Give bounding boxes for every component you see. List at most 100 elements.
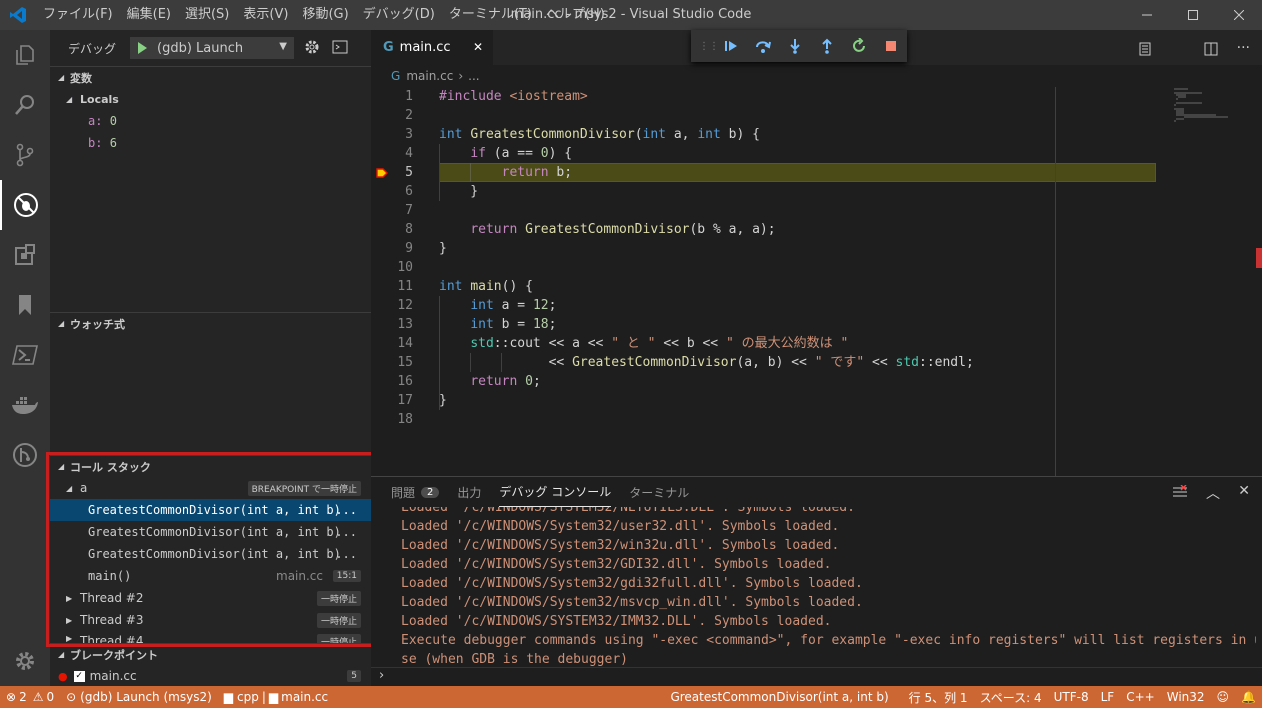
menu-go[interactable]: 移動(G) [295, 0, 355, 30]
menu-debug[interactable]: デバッグ(D) [356, 0, 442, 30]
close-window-button[interactable] [1216, 0, 1262, 30]
problems-count-badge: 2 [421, 486, 440, 498]
drag-handle-icon[interactable]: ⋮⋮ [699, 41, 719, 52]
gitlens-icon[interactable] [0, 430, 50, 480]
watch-section-header[interactable]: ◢ ウォッチ式 [50, 312, 371, 334]
line-number[interactable]: 9 [371, 239, 413, 258]
debug-console-input[interactable]: › [371, 667, 1262, 687]
debug-console-icon[interactable] [332, 40, 348, 57]
encoding-status[interactable]: UTF-8 [1048, 690, 1095, 704]
debug-icon[interactable] [0, 180, 50, 230]
settings-gear-icon[interactable] [0, 636, 50, 686]
line-number[interactable]: 5 [371, 163, 413, 182]
launch-status[interactable]: ⊙ (gdb) Launch (msys2) [60, 690, 218, 704]
gear-icon[interactable] [304, 39, 320, 58]
breakpoint-item[interactable]: ● ✓ main.cc 5 [50, 665, 371, 687]
console-line: Loaded '/c/WINDOWS/SYSTEM32/IMM32.DLL'. … [401, 614, 832, 629]
callstack-thread[interactable]: ▶ Thread #2 一時停止 [50, 587, 371, 609]
callstack-thread[interactable]: ▶ Thread #3 一時停止 [50, 609, 371, 631]
line-number[interactable]: 11 [371, 277, 413, 296]
callstack-thread[interactable]: ▶ Thread #4 一時停止 [50, 631, 371, 643]
stack-frame[interactable]: GreatestCommonDivisor(int a, int b)... [50, 499, 371, 521]
cpp-config-status[interactable]: ▆ cpp | ▆ main.cc [218, 690, 334, 704]
maximize-panel-icon[interactable]: ︿ [1206, 483, 1220, 503]
code-line-1: #include <iostream> [439, 89, 588, 104]
open-preview-icon[interactable] [1138, 42, 1152, 59]
indentation-status[interactable]: スペース: 4 [974, 689, 1048, 706]
eol-status[interactable]: LF [1095, 690, 1121, 704]
menu-view[interactable]: 表示(V) [236, 0, 295, 30]
step-into-icon[interactable] [779, 38, 811, 54]
line-number[interactable]: 15 [371, 353, 413, 372]
tab-terminal[interactable]: ターミナル [629, 477, 689, 507]
line-number[interactable]: 14 [371, 334, 413, 353]
step-out-icon[interactable] [811, 38, 843, 54]
docker-icon[interactable] [0, 380, 50, 430]
bookmark-icon[interactable] [0, 280, 50, 330]
launch-config-select[interactable]: (gdb) Launch ▼ [130, 37, 294, 59]
callstack-thread[interactable]: ◢ a BREAKPOINT で一時停止 [50, 477, 371, 499]
variable-row[interactable]: a: 0 [50, 110, 371, 132]
source-control-icon[interactable] [0, 130, 50, 180]
locals-scope[interactable]: ◢ Locals [50, 88, 371, 110]
line-number[interactable]: 7 [371, 201, 413, 220]
platform-status[interactable]: Win32 [1161, 690, 1211, 704]
line-number[interactable]: 10 [371, 258, 413, 277]
callstack-section-header[interactable]: ◢ コール スタック [50, 455, 371, 477]
breakpoints-section-header[interactable]: ◢ ブレークポイント [50, 643, 371, 665]
language-mode-status[interactable]: C++ [1120, 690, 1161, 704]
minimap[interactable] [1168, 87, 1248, 147]
checkbox-icon[interactable]: ✓ [73, 670, 85, 682]
explorer-icon[interactable] [0, 30, 50, 80]
clear-console-icon[interactable] [1172, 484, 1188, 502]
problems-status[interactable]: ⊗ 2 ⚠ 0 [0, 690, 60, 704]
code-editor[interactable]: 1 2 3 4 5 6 7 8 9 10 11 12 13 14 15 16 17 18 #include <io… [371, 87, 1262, 476]
feedback-smiley-icon[interactable]: ☺ [1211, 690, 1236, 704]
line-number[interactable]: 12 [371, 296, 413, 315]
tab-output[interactable]: 出力 [457, 477, 481, 507]
cursor-position-status[interactable]: 行 5、列 1 [903, 689, 974, 706]
close-tab-icon[interactable]: ✕ [473, 40, 483, 54]
cpp-file-icon: G [391, 69, 401, 83]
close-panel-icon[interactable]: ✕ [1238, 483, 1250, 499]
line-number[interactable]: 18 [371, 410, 413, 429]
maximize-button[interactable] [1170, 0, 1216, 30]
start-debug-icon[interactable] [135, 41, 149, 55]
line-number[interactable]: 17 [371, 391, 413, 410]
split-editor-icon[interactable] [1204, 42, 1218, 59]
stop-icon[interactable] [875, 39, 907, 53]
menu-help[interactable]: ヘルプ(H) [539, 0, 612, 30]
tab-main-cc[interactable]: Gmain.cc ✕ [371, 30, 493, 65]
stack-frame[interactable]: GreatestCommonDivisor(int a, int b)... [50, 521, 371, 543]
restart-icon[interactable] [843, 38, 875, 54]
menu-file[interactable]: ファイル(F) [36, 0, 120, 30]
notifications-bell-icon[interactable]: 🔔 [1235, 690, 1262, 704]
search-icon[interactable] [0, 80, 50, 130]
stack-frame-main[interactable]: main() main.cc 15:1 [50, 565, 371, 587]
line-number[interactable]: 4 [371, 144, 413, 163]
step-over-icon[interactable] [747, 38, 779, 54]
line-number[interactable]: 13 [371, 315, 413, 334]
powershell-icon[interactable] [0, 330, 50, 380]
menu-terminal[interactable]: ターミナル(T) [442, 0, 539, 30]
menu-selection[interactable]: 選択(S) [178, 0, 236, 30]
line-number[interactable]: 3 [371, 125, 413, 144]
debug-console-output[interactable]: Loaded '/c/WINDOWS/SYSTEM32/NETUTILS.DLL… [401, 507, 1256, 667]
menu-edit[interactable]: 編集(E) [120, 0, 178, 30]
continue-icon[interactable] [715, 38, 747, 54]
extensions-icon[interactable] [0, 230, 50, 280]
line-number[interactable]: 1 [371, 87, 413, 106]
tab-debug-console[interactable]: デバッグ コンソール [499, 477, 612, 507]
tab-problems[interactable]: 問題 2 [391, 477, 440, 507]
floating-debug-toolbar: ⋮⋮ [691, 30, 907, 62]
line-number[interactable]: 16 [371, 372, 413, 391]
line-number[interactable]: 2 [371, 106, 413, 125]
variable-row[interactable]: b: 6 [50, 132, 371, 154]
line-number[interactable]: 6 [371, 182, 413, 201]
collapsed-icon: ▶ [66, 615, 73, 625]
more-actions-icon[interactable]: ··· [1237, 40, 1250, 56]
minimize-button[interactable] [1124, 0, 1170, 30]
stack-frame[interactable]: GreatestCommonDivisor(int a, int b)... [50, 543, 371, 565]
line-number[interactable]: 8 [371, 220, 413, 239]
variables-section-header[interactable]: ◢ 変数 [50, 66, 371, 88]
